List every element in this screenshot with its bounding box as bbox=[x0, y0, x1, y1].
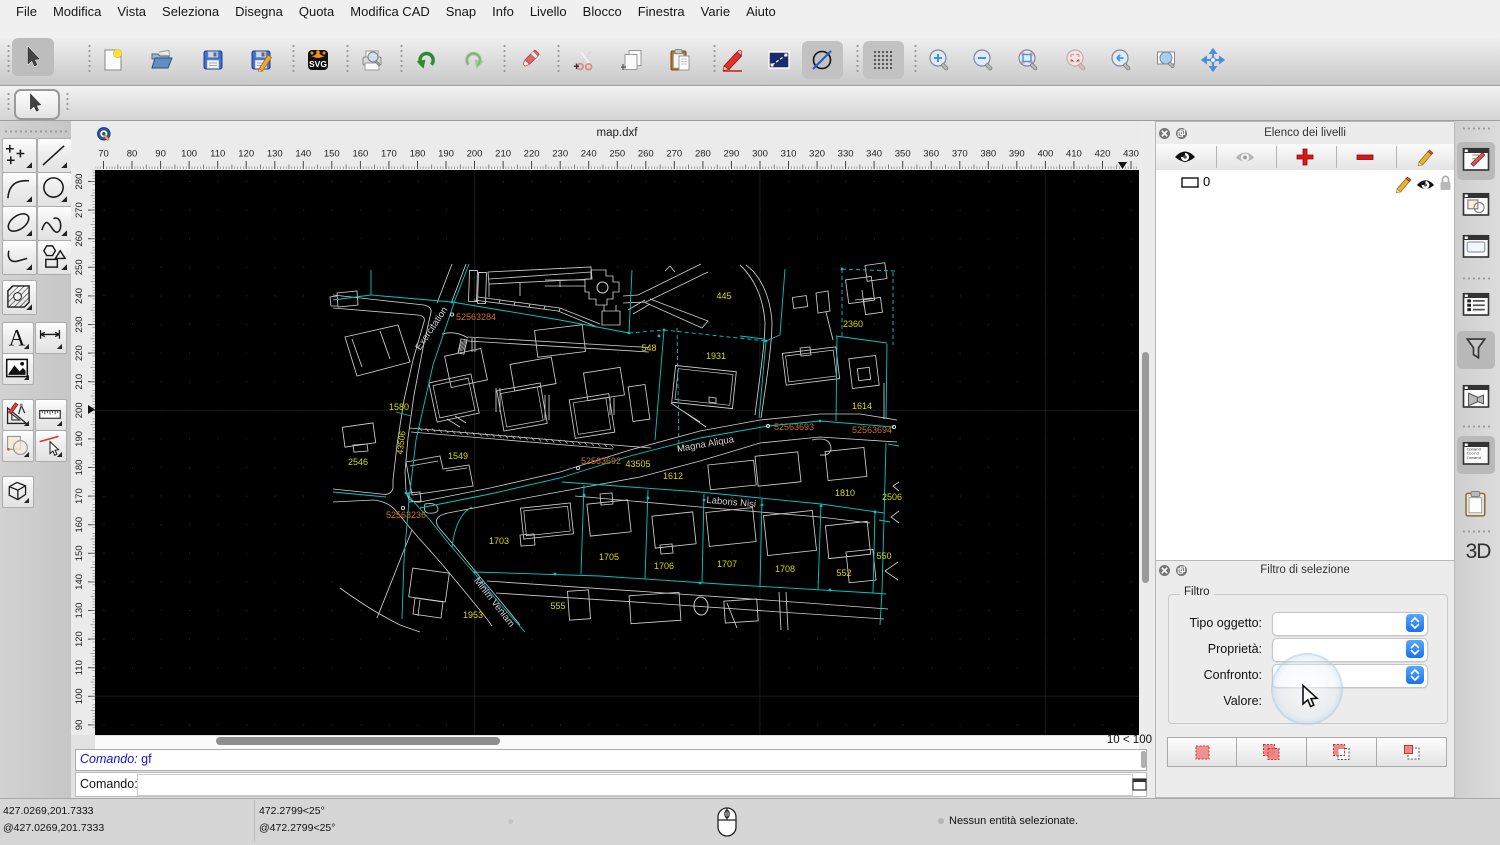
svg-text:1549: 1549 bbox=[448, 451, 468, 461]
svg-text:430: 430 bbox=[1123, 149, 1139, 160]
svg-text:1706: 1706 bbox=[654, 561, 674, 571]
svg-text:52563284: 52563284 bbox=[456, 312, 496, 322]
svg-text:400: 400 bbox=[1037, 149, 1053, 160]
svg-text:Exercitation: Exercitation bbox=[413, 305, 450, 352]
svg-text:43506: 43506 bbox=[395, 430, 408, 455]
svg-text:130: 130 bbox=[74, 603, 85, 619]
svg-text:200: 200 bbox=[74, 402, 85, 418]
svg-text:340: 340 bbox=[866, 149, 882, 160]
svg-text:360: 360 bbox=[923, 149, 939, 160]
svg-text:170: 170 bbox=[74, 488, 85, 504]
svg-text:160: 160 bbox=[74, 517, 85, 533]
svg-text:552: 552 bbox=[836, 568, 851, 578]
svg-text:1810: 1810 bbox=[835, 488, 855, 498]
svg-text:260: 260 bbox=[74, 231, 85, 247]
svg-text:52563693: 52563693 bbox=[774, 422, 814, 432]
svg-text:250: 250 bbox=[74, 259, 85, 275]
svg-text:240: 240 bbox=[74, 288, 85, 304]
svg-text:70: 70 bbox=[98, 149, 109, 160]
svg-text:1953: 1953 bbox=[463, 610, 483, 620]
svg-text:150: 150 bbox=[324, 149, 340, 160]
svg-text:190: 190 bbox=[438, 149, 454, 160]
svg-text:140: 140 bbox=[295, 149, 311, 160]
svg-text:210: 210 bbox=[495, 149, 511, 160]
svg-text:240: 240 bbox=[581, 149, 597, 160]
svg-text:1612: 1612 bbox=[663, 471, 683, 481]
svg-text:445: 445 bbox=[716, 291, 731, 301]
svg-text:100: 100 bbox=[181, 149, 197, 160]
svg-text:110: 110 bbox=[210, 149, 225, 160]
svg-text:2546: 2546 bbox=[348, 457, 368, 467]
svg-text:1707: 1707 bbox=[717, 559, 737, 569]
svg-text:110: 110 bbox=[74, 660, 85, 675]
svg-text:190: 190 bbox=[74, 431, 85, 447]
svg-text:410: 410 bbox=[1066, 149, 1082, 160]
svg-text:280: 280 bbox=[74, 174, 85, 190]
svg-text:43505: 43505 bbox=[625, 459, 650, 469]
svg-text:200: 200 bbox=[467, 149, 483, 160]
svg-text:230: 230 bbox=[74, 317, 85, 333]
svg-text:180: 180 bbox=[74, 460, 85, 476]
svg-text:1614: 1614 bbox=[852, 401, 872, 411]
svg-text:140: 140 bbox=[74, 574, 85, 590]
svg-text:270: 270 bbox=[666, 149, 682, 160]
svg-text:250: 250 bbox=[609, 149, 625, 160]
svg-text:90: 90 bbox=[74, 720, 85, 731]
svg-text:1705: 1705 bbox=[599, 552, 619, 562]
svg-text:Minim Veniam: Minim Veniam bbox=[471, 576, 516, 630]
svg-text:1703: 1703 bbox=[489, 536, 509, 546]
svg-text:160: 160 bbox=[352, 149, 368, 160]
svg-text:330: 330 bbox=[838, 149, 854, 160]
svg-text:320: 320 bbox=[809, 149, 825, 160]
svg-text:230: 230 bbox=[552, 149, 568, 160]
svg-text:130: 130 bbox=[267, 149, 283, 160]
svg-text:220: 220 bbox=[524, 149, 540, 160]
svg-text:52563692: 52563692 bbox=[581, 456, 621, 466]
svg-text:210: 210 bbox=[74, 374, 85, 390]
svg-text:550: 550 bbox=[876, 551, 891, 561]
svg-text:180: 180 bbox=[410, 149, 426, 160]
svg-text:380: 380 bbox=[980, 149, 996, 160]
svg-text:SVG: SVG bbox=[309, 59, 327, 69]
svg-text:220: 220 bbox=[74, 345, 85, 361]
svg-text:100: 100 bbox=[74, 688, 85, 704]
svg-text:2360: 2360 bbox=[843, 319, 863, 329]
svg-text:280: 280 bbox=[695, 149, 711, 160]
svg-text:52563694: 52563694 bbox=[852, 425, 892, 435]
svg-text:A: A bbox=[9, 325, 26, 348]
svg-text:555: 555 bbox=[550, 601, 565, 611]
svg-text:80: 80 bbox=[127, 149, 138, 160]
svg-text:90: 90 bbox=[155, 149, 166, 160]
svg-text:1931: 1931 bbox=[706, 351, 726, 361]
svg-text:Comand: Comand bbox=[1467, 447, 1482, 452]
svg-text:370: 370 bbox=[952, 149, 968, 160]
svg-text:300: 300 bbox=[752, 149, 768, 160]
svg-text:548: 548 bbox=[641, 343, 656, 353]
svg-text:1580: 1580 bbox=[389, 402, 409, 412]
svg-text:270: 270 bbox=[74, 202, 85, 218]
svg-text:2506: 2506 bbox=[882, 492, 902, 502]
svg-text:Coord: Coord bbox=[1467, 452, 1480, 457]
svg-text:120: 120 bbox=[238, 149, 254, 160]
svg-text:150: 150 bbox=[74, 545, 85, 561]
svg-text:52563236: 52563236 bbox=[386, 510, 426, 520]
svg-text:310: 310 bbox=[781, 149, 797, 160]
svg-text:390: 390 bbox=[1009, 149, 1025, 160]
svg-text:1708: 1708 bbox=[775, 564, 795, 574]
svg-text:420: 420 bbox=[1095, 149, 1111, 160]
svg-text:350: 350 bbox=[895, 149, 911, 160]
svg-text:Comand: Comand bbox=[1467, 456, 1482, 461]
svg-text:290: 290 bbox=[723, 149, 739, 160]
svg-text:260: 260 bbox=[638, 149, 654, 160]
svg-text:120: 120 bbox=[74, 631, 85, 647]
svg-text:170: 170 bbox=[381, 149, 397, 160]
